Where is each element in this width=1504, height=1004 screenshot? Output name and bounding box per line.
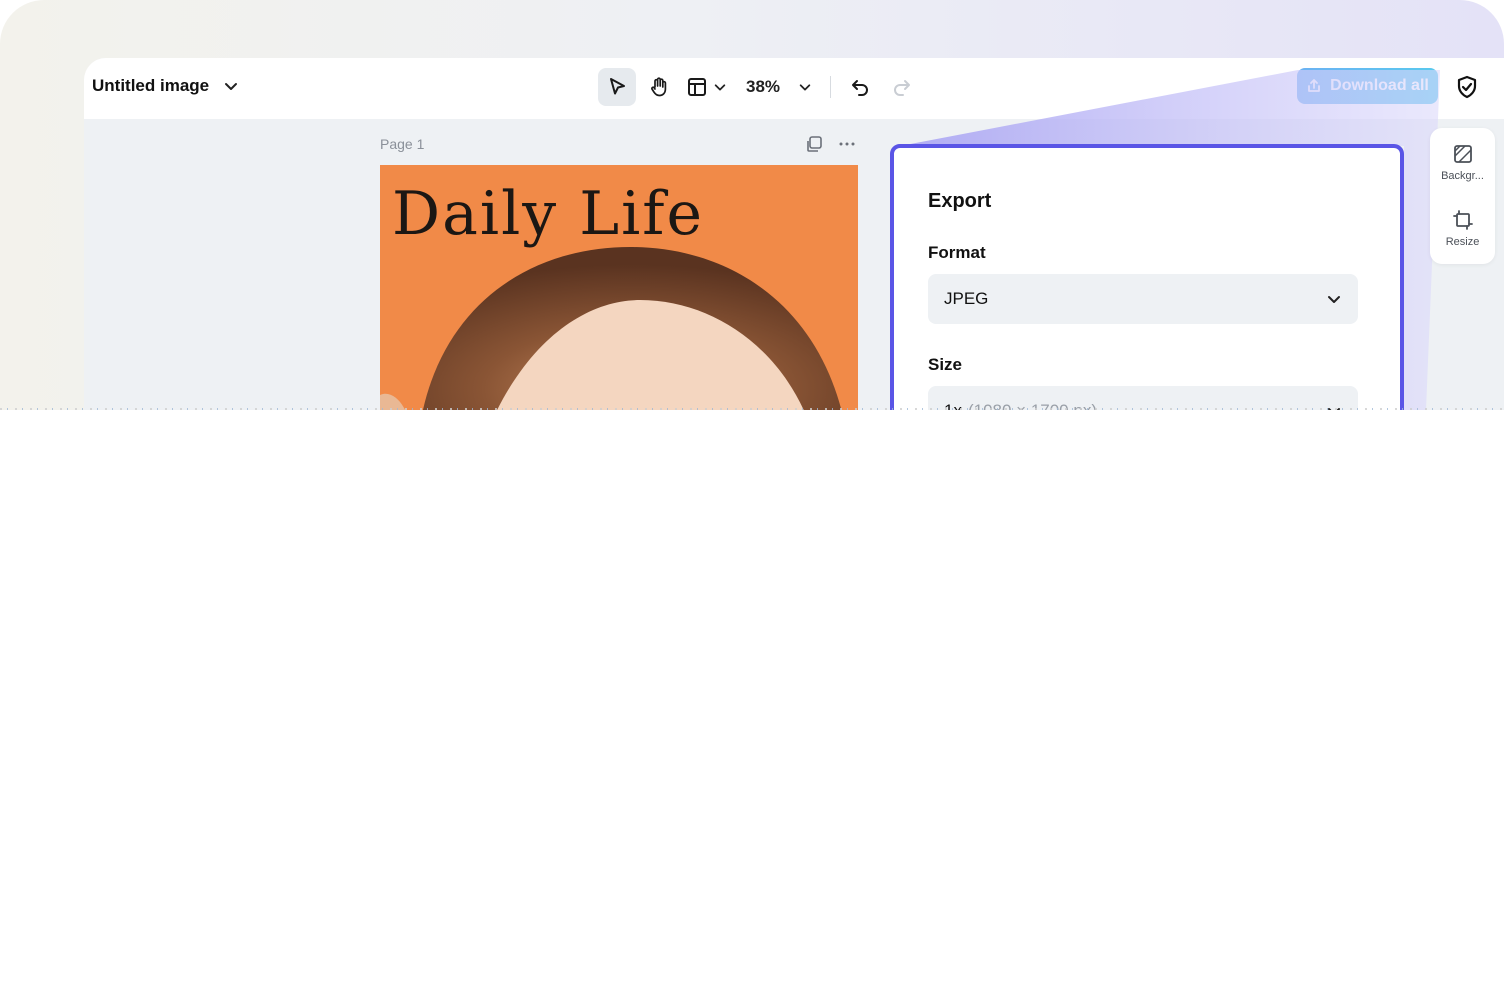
shield-check-icon[interactable] [1454,74,1480,100]
rail-item-resize[interactable]: Resize [1430,210,1495,248]
layout-dropdown-button[interactable] [682,68,732,106]
portrait-photo [380,247,842,410]
chevron-down-icon [714,84,726,91]
chevron-down-icon [225,83,238,90]
duplicate-page-icon[interactable] [804,134,824,154]
format-select[interactable]: JPEG [928,274,1358,324]
page-label: Page 1 [380,136,425,152]
undo-button[interactable] [841,68,879,106]
zoom-level: 38% [746,77,781,96]
rail-item-label: Backgr... [1441,170,1484,182]
more-options-icon[interactable] [837,134,857,154]
canvas-tools: 38% [598,68,921,106]
size-label: Size [928,355,963,374]
upload-share-icon [1308,79,1321,92]
redo-button[interactable] [883,68,921,106]
background-icon [1453,145,1472,163]
document-title: Untitled image [92,76,210,95]
chevron-down-icon [799,84,811,91]
cursor-arrow-icon [610,78,625,95]
right-tool-rail: Backgr... Resize [1430,128,1495,264]
rail-item-label: Resize [1445,236,1480,248]
rail-item-background[interactable]: Backgr... [1430,144,1495,182]
artboard[interactable]: Daily Life [380,165,858,410]
format-label: Format [928,243,986,262]
screenshot-frame: Untitled image 38% Download all Page 1 D… [0,0,1504,410]
format-value: JPEG [944,289,989,308]
zoom-dropdown[interactable]: 38% [738,77,820,97]
resize-icon [1452,210,1473,230]
hand-tool-button[interactable] [640,68,678,106]
hand-icon [651,77,667,97]
top-toolbar: Untitled image 38% Download all [84,58,1504,119]
chevron-down-icon [1328,296,1340,303]
screenshot-cut-edge [0,408,1504,410]
export-panel: Export Format JPEG Size 1x (1080 × 1700 … [890,144,1404,410]
undo-icon [852,80,868,96]
toolbar-divider [830,76,832,98]
download-all-label: Download all [1330,77,1429,94]
redo-icon [894,80,911,96]
export-title: Export [928,190,992,212]
size-select[interactable]: 1x (1080 × 1700 px) [928,386,1358,410]
download-all-button[interactable]: Download all [1297,68,1438,104]
layout-icon [688,78,706,96]
document-title-dropdown[interactable]: Untitled image [92,76,239,96]
select-tool-button[interactable] [598,68,636,106]
